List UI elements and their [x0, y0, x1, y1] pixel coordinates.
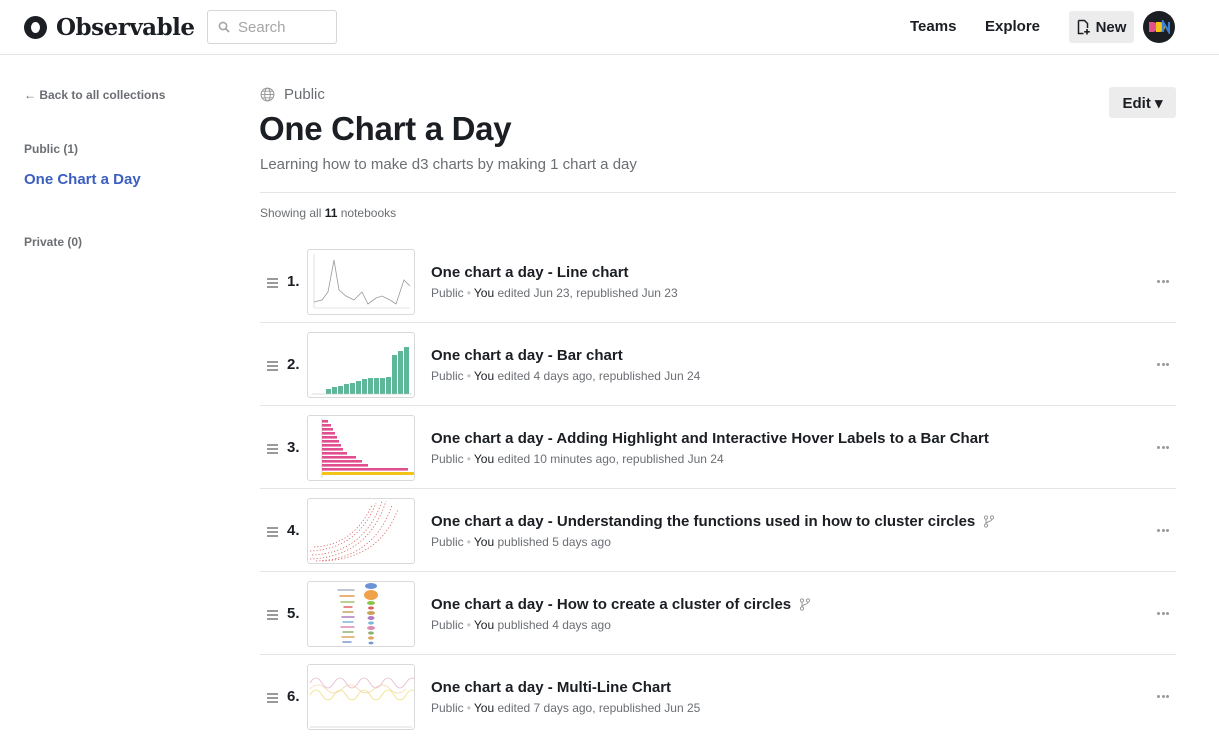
notebook-meta: Public • You edited Jun 23, republished Ju…	[431, 286, 678, 300]
notebook-row[interactable]: 2. One chart a day - Bar chart Public • …	[260, 323, 1176, 406]
observable-logo-icon	[24, 16, 47, 39]
more-options-icon[interactable]	[1157, 529, 1171, 532]
horizontal-bar-chart-thumbnail	[321, 418, 414, 478]
new-button-label: New	[1095, 18, 1127, 36]
search-box[interactable]	[207, 10, 337, 44]
notebook-index: 3.	[287, 439, 300, 456]
notebook-count-summary: Showing all 11 notebooks	[260, 206, 397, 220]
notebook-meta: Public • You published 5 days ago	[431, 535, 611, 549]
collection-visibility: Public	[260, 86, 325, 103]
divider	[260, 192, 1176, 193]
notebook-meta: Public • You edited 10 minutes ago, republ…	[431, 452, 724, 466]
new-notebook-button[interactable]: New	[1069, 11, 1134, 43]
sidebar-item-one-chart-a-day[interactable]: One Chart a Day	[24, 171, 141, 188]
notebook-thumbnail[interactable]	[307, 332, 415, 398]
avatar-icon	[1149, 20, 1170, 34]
notebook-title[interactable]: One chart a day - How to create a cluste…	[431, 596, 811, 613]
more-options-icon[interactable]	[1157, 280, 1171, 283]
notebook-thumbnail[interactable]	[307, 415, 415, 481]
notebook-list: 1. One chart a day - Line chart Public • Y…	[260, 240, 1176, 737]
nav-explore[interactable]: Explore	[985, 18, 1040, 35]
notebook-title[interactable]: One chart a day - Adding Highlight and I…	[431, 430, 989, 447]
search-input[interactable]	[238, 18, 328, 36]
drag-handle-icon[interactable]	[267, 610, 278, 622]
user-avatar[interactable]	[1143, 11, 1175, 43]
private-collections-heading: Private (0)	[24, 235, 83, 249]
notebook-title[interactable]: One chart a day - Multi-Line Chart	[431, 679, 671, 696]
notebook-meta: Public • You edited 4 days ago, republishe…	[431, 369, 701, 383]
back-to-collections-link[interactable]: ← Back to all collections	[24, 88, 165, 102]
notebook-meta: Public • You published 4 days ago	[431, 618, 611, 632]
notebook-thumbnail[interactable]	[307, 498, 415, 564]
fork-icon	[983, 515, 995, 528]
scatter-curve-thumbnail	[309, 500, 399, 562]
notebook-thumbnail[interactable]	[307, 664, 415, 730]
drag-handle-icon[interactable]	[267, 693, 278, 705]
edit-collection-button[interactable]: Edit ▾	[1109, 87, 1176, 118]
brand-name: Observable	[56, 14, 195, 41]
drag-handle-icon[interactable]	[267, 278, 278, 290]
drag-handle-icon[interactable]	[267, 361, 278, 373]
notebook-row[interactable]: 4. One chart a day - Understanding the f…	[260, 489, 1176, 572]
search-icon	[218, 21, 230, 33]
notebook-index: 1.	[287, 273, 300, 290]
globe-icon	[260, 87, 275, 102]
more-options-icon[interactable]	[1157, 363, 1171, 366]
more-options-icon[interactable]	[1157, 695, 1171, 698]
notebook-index: 4.	[287, 522, 300, 539]
multi-line-chart-thumbnail	[309, 677, 414, 728]
line-chart-thumbnail	[313, 254, 411, 309]
fork-icon	[799, 598, 811, 611]
top-nav-bar: Observable Teams Explore New	[0, 0, 1219, 55]
notebook-thumbnail[interactable]	[307, 249, 415, 315]
more-options-icon[interactable]	[1157, 612, 1171, 615]
notebook-count: 11	[324, 206, 338, 220]
more-options-icon[interactable]	[1157, 446, 1171, 449]
notebook-title[interactable]: One chart a day - Understanding the func…	[431, 513, 995, 530]
circle-cluster-thumbnail	[337, 583, 378, 645]
collection-title: One Chart a Day	[259, 110, 512, 147]
notebook-index: 2.	[287, 356, 300, 373]
notebook-index: 5.	[287, 605, 300, 622]
notebook-row[interactable]: 6. One chart a day - Multi-Line Chart Pu…	[260, 655, 1176, 737]
drag-handle-icon[interactable]	[267, 527, 278, 539]
new-document-icon	[1077, 19, 1090, 35]
visibility-label: Public	[284, 86, 325, 103]
notebook-meta: Public • You edited 7 days ago, republishe…	[431, 701, 701, 715]
public-collections-heading: Public (1)	[24, 142, 79, 156]
collection-description: Learning how to make d3 charts by making…	[260, 156, 637, 173]
observable-logo[interactable]: Observable	[24, 14, 195, 41]
notebook-row[interactable]: 1. One chart a day - Line chart Public • Y…	[260, 240, 1176, 323]
drag-handle-icon[interactable]	[267, 444, 278, 456]
notebook-title[interactable]: One chart a day - Bar chart	[431, 347, 623, 364]
bar-chart-thumbnail	[312, 347, 412, 395]
notebook-thumbnail[interactable]	[307, 581, 415, 647]
notebook-index: 6.	[287, 688, 300, 705]
nav-teams[interactable]: Teams	[910, 18, 956, 35]
notebook-row[interactable]: 5. One chart a day - How to create a clu…	[260, 572, 1176, 655]
notebook-title[interactable]: One chart a day - Line chart	[431, 264, 629, 281]
notebook-row[interactable]: 3. One chart a day - Adding Highlight an…	[260, 406, 1176, 489]
